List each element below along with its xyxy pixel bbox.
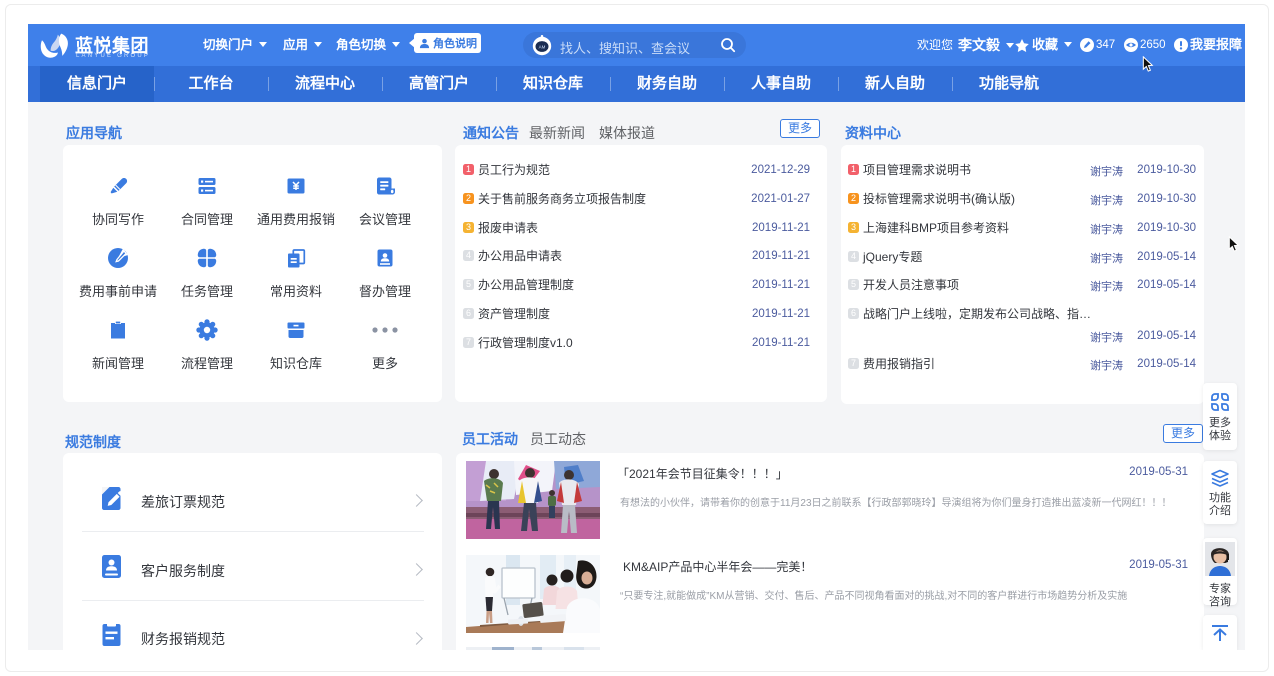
svg-text:AM: AM bbox=[539, 45, 546, 50]
